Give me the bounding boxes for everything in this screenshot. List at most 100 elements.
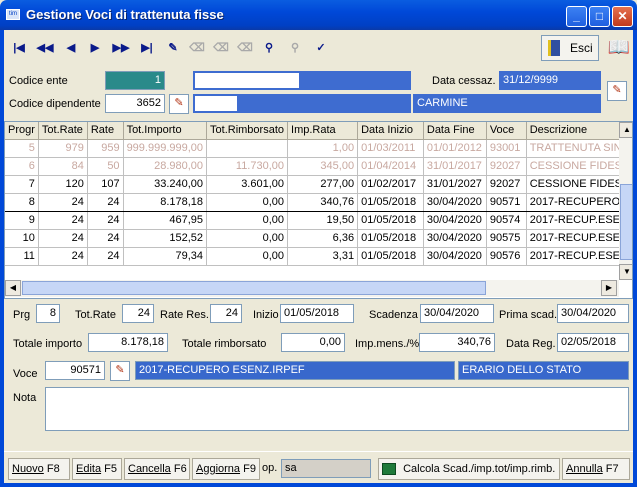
table-row[interactable]: 6 84 50 28.980,00 11.730,00 345,00 01/04…: [5, 157, 632, 176]
employee-lookup-icon[interactable]: ✎: [607, 81, 627, 101]
tot-rate-field[interactable]: 24: [122, 304, 154, 323]
aggiorna-button[interactable]: Aggiorna F9: [192, 458, 260, 480]
col-rate[interactable]: Rate: [87, 122, 124, 140]
data-cessaz-field[interactable]: 31/12/9999: [499, 71, 601, 90]
footer-bar: Nuovo F8 Edita F5 Cancella F6 Aggiorna F…: [4, 451, 633, 483]
first-record-icon[interactable]: |◀: [8, 37, 30, 59]
table-row[interactable]: 10 24 24 152,52 0,00 6,36 01/05/2018 30/…: [5, 229, 632, 248]
cell-data-fine: 30/04/2020: [423, 192, 487, 212]
last-record-icon[interactable]: ▶|: [136, 37, 158, 59]
dipendente-lookup-icon[interactable]: ✎: [169, 94, 189, 114]
cell-tot-rate: 24: [38, 211, 88, 230]
cell-rate: 24: [87, 247, 124, 266]
search-icon[interactable]: ⚲: [258, 37, 280, 59]
imp-mens-label: Imp.mens./%: [355, 338, 420, 350]
data-reg-label: Data Reg.: [506, 338, 556, 350]
col-imp-rata[interactable]: Imp.Rata: [287, 122, 359, 140]
cell-descrizione: 2017-RECUP.ESEN: [526, 247, 632, 266]
cell-progr: 7: [5, 175, 39, 194]
cell-data-inizio: 01/05/2018: [357, 211, 424, 230]
col-descrizione[interactable]: Descrizione: [526, 122, 632, 140]
maximize-button[interactable]: □: [589, 6, 610, 27]
annulla-button[interactable]: Annulla F7: [562, 458, 630, 480]
col-tot-rate[interactable]: Tot.Rate: [38, 122, 88, 140]
cell-tot-rate: 979: [38, 139, 88, 158]
col-progr[interactable]: Progr: [5, 122, 39, 140]
scroll-left-icon[interactable]: ◀: [5, 280, 21, 296]
edit-record-icon[interactable]: ⌫: [210, 37, 232, 59]
codice-dipendente-field[interactable]: 3652: [105, 94, 165, 113]
rewind-icon[interactable]: ◀◀: [34, 37, 56, 59]
insert-record-icon[interactable]: ✎: [162, 37, 184, 59]
help-book-icon[interactable]: 📖: [604, 35, 634, 61]
cell-data-inizio: 01/05/2018: [357, 229, 424, 248]
cancella-button[interactable]: Cancella F6: [124, 458, 190, 480]
grid-vertical-scrollbar[interactable]: ▲ ▼: [619, 122, 632, 280]
nuovo-label: Nuovo: [12, 463, 44, 475]
col-voce[interactable]: Voce: [486, 122, 527, 140]
prg-field[interactable]: 8: [36, 304, 60, 323]
aggiorna-label: Aggiorna: [196, 463, 241, 475]
fast-forward-icon[interactable]: ▶▶: [110, 37, 132, 59]
next-record-icon[interactable]: ▶: [84, 37, 106, 59]
cancella-key: F6: [173, 463, 187, 475]
previous-record-icon[interactable]: ◀: [60, 37, 82, 59]
title-bar[interactable]: tim Gestione Voci di trattenuta fisse _ …: [0, 0, 637, 30]
minimize-button[interactable]: _: [566, 6, 587, 27]
col-data-fine[interactable]: Data Fine: [423, 122, 487, 140]
cancel-record-icon[interactable]: ⌫: [234, 37, 256, 59]
totale-importo-label: Totale importo: [13, 338, 83, 350]
vertical-scroll-thumb[interactable]: [620, 184, 632, 260]
cell-tot-rimborsato: 0,00: [206, 192, 289, 212]
search-next-icon[interactable]: ⚲: [284, 37, 306, 59]
cell-tot-importo: 467,95: [123, 211, 208, 230]
voce-field[interactable]: 90571: [45, 361, 105, 380]
scroll-right-icon[interactable]: ▶: [601, 280, 617, 296]
close-button[interactable]: ✕: [612, 6, 633, 27]
cell-data-fine: 31/01/2017: [423, 157, 487, 176]
scadenza-field[interactable]: 30/04/2020: [420, 304, 494, 323]
col-data-inizio[interactable]: Data Inizio: [357, 122, 424, 140]
voce-lookup-icon[interactable]: ✎: [110, 361, 130, 381]
nuovo-button[interactable]: Nuovo F8: [8, 458, 70, 480]
imp-mens-field[interactable]: 340,76: [419, 333, 495, 352]
table-row[interactable]: 5 979 959 999.999.999,00 1,00 01/03/2011…: [5, 139, 632, 158]
calcola-button[interactable]: Calcola Scad./imp.tot/imp.rimb.: [378, 458, 560, 480]
col-tot-rimborsato[interactable]: Tot.Rimborsato: [206, 122, 289, 140]
scroll-up-icon[interactable]: ▲: [619, 122, 632, 138]
cell-rate: 107: [87, 175, 124, 194]
cell-data-fine: 30/04/2020: [423, 229, 487, 248]
cell-voce: 90576: [486, 247, 527, 266]
window-frame-bottom: [0, 483, 637, 487]
cell-tot-rimborsato: 0,00: [206, 247, 289, 266]
data-reg-field[interactable]: 02/05/2018: [557, 333, 629, 352]
table-row[interactable]: 9 24 24 467,95 0,00 19,50 01/05/2018 30/…: [5, 211, 632, 230]
codice-ente-field[interactable]: 1: [105, 71, 165, 90]
cell-progr: 9: [5, 211, 39, 230]
table-row-selected[interactable]: 8 24 24 8.178,18 0,00 340,76 01/05/2018 …: [5, 192, 632, 212]
calculator-icon: [382, 463, 396, 476]
totale-rimborsato-field[interactable]: 0,00: [281, 333, 345, 352]
cell-tot-importo: 8.178,18: [123, 192, 208, 212]
delete-record-icon[interactable]: ⌫: [186, 37, 208, 59]
table-row[interactable]: 11 24 24 79,34 0,00 3,31 01/05/2018 30/0…: [5, 247, 632, 266]
prima-scad-field[interactable]: 30/04/2020: [557, 304, 629, 323]
edita-button[interactable]: Edita F5: [72, 458, 122, 480]
totale-importo-field[interactable]: 8.178,18: [88, 333, 168, 352]
scroll-down-icon[interactable]: ▼: [619, 264, 632, 280]
exit-button[interactable]: Esci: [541, 35, 599, 61]
col-tot-importo[interactable]: Tot.Importo: [123, 122, 208, 140]
exit-door-icon: [548, 40, 560, 56]
filter-icon[interactable]: ✓: [310, 37, 332, 59]
table-row[interactable]: 7 120 107 33.240,00 3.601,00 277,00 01/0…: [5, 175, 632, 194]
cell-rate: 959: [87, 139, 124, 158]
voce-label: Voce: [13, 368, 38, 380]
trattenute-grid[interactable]: Progr Tot.Rate Rate Tot.Importo Tot.Rimb…: [4, 121, 633, 299]
nota-textarea[interactable]: [45, 387, 629, 431]
inizio-field[interactable]: 01/05/2018: [280, 304, 354, 323]
grid-horizontal-scrollbar[interactable]: ◀ ▶: [5, 280, 619, 297]
window-frame-right: [633, 30, 637, 487]
annulla-label: Annulla: [566, 463, 603, 475]
rate-res-field[interactable]: 24: [210, 304, 242, 323]
horizontal-scroll-thumb[interactable]: [22, 281, 486, 295]
